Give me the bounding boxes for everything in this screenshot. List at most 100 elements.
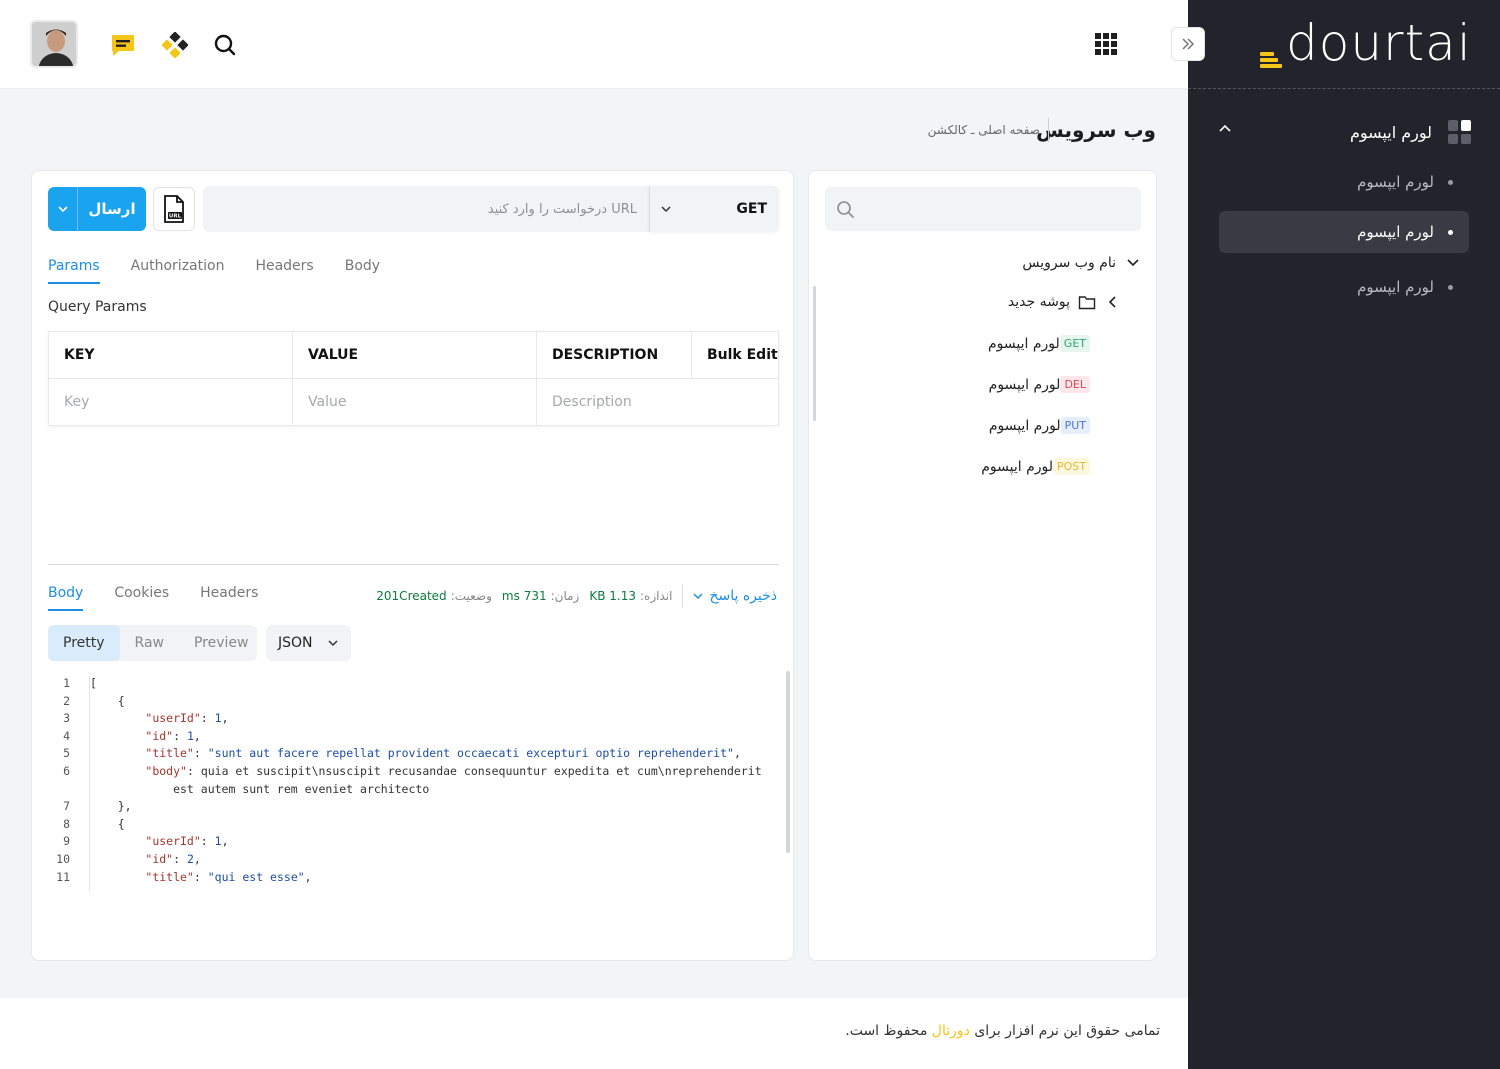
- tab-cookies[interactable]: Cookies: [114, 585, 169, 611]
- value-cell: [292, 378, 537, 426]
- folder-icon: [1078, 296, 1096, 310]
- folder-name: پوشه جدید: [1007, 294, 1070, 310]
- code-line: "title": "qui est esse",: [145, 869, 312, 884]
- request-item[interactable]: GET لورم ایپسوم: [988, 335, 1098, 352]
- view-pretty[interactable]: Pretty: [48, 625, 120, 661]
- url-file-button[interactable]: URL: [153, 187, 195, 231]
- request-item[interactable]: DEL لورم ایپسوم: [989, 376, 1098, 393]
- collection-scrollbar[interactable]: [813, 286, 816, 421]
- response-tabs: Body Cookies Headers: [48, 585, 289, 611]
- url-file-icon: URL: [164, 195, 184, 223]
- code-line: "title": "sunt aut facere repellat provi…: [145, 746, 741, 761]
- request-label: لورم ایپسوم: [988, 376, 1061, 393]
- query-params-label: Query Params: [48, 299, 147, 315]
- line-number: 8: [63, 816, 70, 831]
- line-number: 10: [56, 852, 70, 866]
- service-tree-item[interactable]: نام وب سرویس: [1022, 255, 1140, 271]
- request-label: لورم ایپسوم: [988, 417, 1061, 434]
- chevron-down-icon: [661, 206, 671, 213]
- code-line: "userId": 1,: [145, 711, 229, 726]
- collection-search[interactable]: [825, 187, 1141, 231]
- status-key: وضعیت:: [450, 589, 492, 603]
- apps-icon[interactable]: [1095, 33, 1117, 55]
- url-input[interactable]: [203, 186, 649, 232]
- sidebar-item-label: لورم ایپسوم: [1357, 278, 1434, 296]
- key-cell: [48, 378, 293, 426]
- sidebar: dourtai لورم ایپسوم لورم ایپسوم لورم ایپ…: [1171, 0, 1500, 1069]
- chevron-down-icon: [693, 593, 703, 600]
- request-panel: ارسال URL GET Params Authorization Heade…: [31, 170, 794, 961]
- send-button[interactable]: ارسال: [48, 187, 146, 231]
- view-raw[interactable]: Raw: [120, 625, 179, 661]
- brand-link[interactable]: دورتال: [932, 1023, 970, 1039]
- collection-panel: نام وب سرویس پوشه جدید GET لورم ایپسوم D…: [808, 170, 1157, 961]
- value-input[interactable]: [308, 394, 536, 410]
- format-select[interactable]: JSON: [266, 625, 351, 661]
- tab-headers[interactable]: Headers: [255, 258, 313, 284]
- chevron-down-icon[interactable]: [48, 187, 78, 231]
- code-line: {: [90, 816, 125, 831]
- sidebar-item-active[interactable]: لورم ایپسوم: [1219, 211, 1469, 253]
- page-title: وب سرویس: [1036, 118, 1156, 142]
- sidebar-group[interactable]: لورم ایپسوم: [1218, 113, 1472, 151]
- line-number: 7: [63, 799, 70, 814]
- tab-response-headers[interactable]: Headers: [200, 585, 258, 611]
- size-value: 1.13 KB: [589, 589, 636, 603]
- chevron-down-icon: [1127, 259, 1139, 267]
- chat-icon[interactable]: [110, 32, 136, 58]
- line-number: 4: [63, 728, 70, 743]
- send-button-label: ارسال: [88, 200, 136, 218]
- save-response-button[interactable]: ذخیره پاسخ: [693, 588, 777, 604]
- tab-response-body[interactable]: Body: [48, 585, 84, 611]
- line-number: 11: [56, 869, 70, 884]
- time-key: زمان:: [550, 589, 580, 603]
- response-meta: ذخیره پاسخ اندازه: 1.13 KB زمان: 731 ms …: [366, 585, 777, 607]
- save-response-label: ذخیره پاسخ: [709, 588, 777, 604]
- request-label: لورم ایپسوم: [981, 458, 1053, 475]
- diamond-icon[interactable]: [162, 32, 188, 58]
- avatar[interactable]: [30, 20, 78, 68]
- tab-authorization[interactable]: Authorization: [131, 258, 225, 284]
- tab-params[interactable]: Params: [48, 258, 100, 284]
- chevron-down-icon: [328, 640, 338, 647]
- dashboard-icon: [1448, 120, 1472, 144]
- key-input[interactable]: [64, 394, 292, 410]
- code-scrollbar[interactable]: [786, 671, 790, 853]
- double-chevron-right-icon: [1182, 38, 1195, 50]
- avatar-image: [32, 22, 76, 66]
- code-line: "userId": 1,: [145, 834, 229, 849]
- column-header-description: DESCRIPTION: [536, 331, 692, 379]
- method-badge-get: GET: [1059, 335, 1090, 352]
- logo-text: dourtai: [1286, 14, 1472, 72]
- line-number: 6: [63, 764, 70, 778]
- url-bar: GET: [203, 186, 779, 232]
- code-line: "body": quia et suscipit\nsuscipit recus…: [145, 764, 762, 778]
- response-divider: [48, 564, 779, 565]
- bullet-icon: [1448, 284, 1453, 290]
- view-preview[interactable]: Preview: [179, 625, 264, 661]
- status-value: 201Created: [376, 589, 447, 603]
- search-icon[interactable]: [212, 32, 238, 58]
- collapse-sidebar-button[interactable]: [1171, 27, 1205, 61]
- bullet-icon: [1448, 229, 1453, 235]
- sidebar-item[interactable]: لورم ایپسوم: [1219, 266, 1469, 308]
- folder-tree-item[interactable]: پوشه جدید: [1008, 294, 1120, 310]
- response-code-view[interactable]: 1 [2 {3 "userId": 1, 4 "id": 1, 5 "title": …: [48, 676, 779, 896]
- meta-divider: [682, 585, 684, 607]
- table-header-row: KEY VALUE DESCRIPTION Bulk Edit: [48, 331, 779, 379]
- code-line: {: [90, 693, 125, 708]
- tab-body[interactable]: Body: [345, 258, 380, 284]
- description-input[interactable]: [552, 394, 778, 410]
- request-item[interactable]: PUT لورم ایپسوم: [989, 417, 1098, 434]
- request-item[interactable]: POST لورم ایپسوم: [981, 458, 1098, 475]
- service-name: نام وب سرویس: [1022, 255, 1116, 271]
- bulk-edit-button[interactable]: Bulk Edit: [691, 331, 779, 379]
- copyright-suffix: محفوظ است.: [845, 1023, 928, 1039]
- sidebar-item[interactable]: لورم ایپسوم: [1219, 161, 1469, 203]
- sidebar-item-label: لورم ایپسوم: [1357, 173, 1434, 191]
- code-line: [: [90, 676, 97, 690]
- column-header-value: VALUE: [292, 331, 537, 379]
- line-number: 5: [63, 746, 70, 761]
- method-select[interactable]: GET: [649, 186, 779, 232]
- code-line: },: [90, 799, 132, 814]
